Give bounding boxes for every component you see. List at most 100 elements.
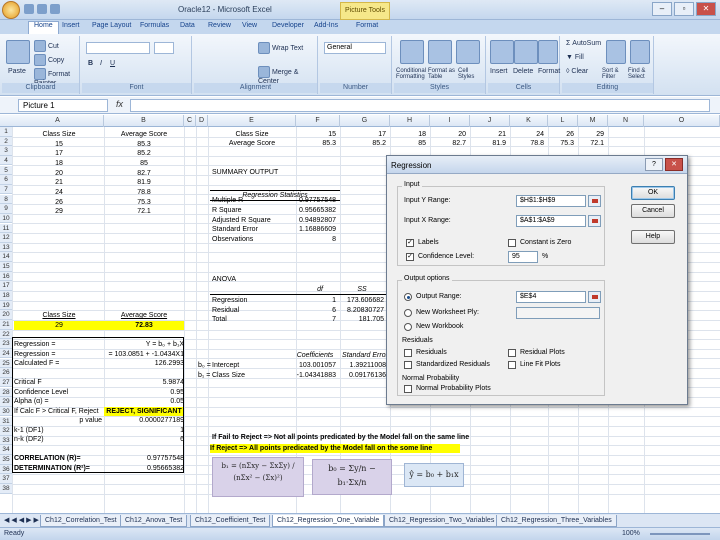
anova-ss-header[interactable]: SS: [340, 285, 384, 294]
conditional-formatting-button[interactable]: Conditional Formatting: [396, 68, 426, 80]
row-header[interactable]: 22: [0, 329, 12, 340]
row-header[interactable]: 33: [0, 435, 12, 446]
row-header[interactable]: 37: [0, 474, 12, 484]
row-header[interactable]: 21: [0, 320, 12, 330]
tab-formulas[interactable]: Formulas: [140, 22, 169, 29]
insert-cells-icon[interactable]: [490, 40, 514, 64]
confidence-checkbox[interactable]: ✓: [406, 253, 414, 261]
cell-average-score[interactable]: 85.2: [104, 149, 184, 158]
row-header[interactable]: 8: [0, 194, 12, 205]
redo-icon[interactable]: [50, 4, 60, 14]
cell-row1-value[interactable]: 17: [340, 130, 386, 139]
row-header[interactable]: 4: [0, 155, 12, 166]
sort-filter-icon[interactable]: [606, 40, 626, 64]
row-header[interactable]: 36: [0, 464, 12, 475]
zoom-slider[interactable]: [650, 533, 710, 535]
column-header[interactable]: N: [608, 115, 644, 127]
clear-button[interactable]: Clear: [571, 68, 588, 75]
new-worksheet-radio[interactable]: [404, 309, 412, 317]
row-header[interactable]: 12: [0, 233, 12, 243]
cell-b17[interactable]: 72.83: [104, 321, 184, 330]
cell-row2-value[interactable]: 85.3: [296, 139, 336, 148]
cut-button[interactable]: Cut: [48, 43, 59, 50]
cell-d1[interactable]: Class Size: [208, 130, 296, 139]
row-header[interactable]: 20: [0, 310, 12, 320]
standardized-residuals-checkbox[interactable]: [404, 361, 412, 369]
tab-data[interactable]: Data: [180, 22, 195, 29]
normal-probability-checkbox[interactable]: [404, 385, 412, 393]
ok-button[interactable]: OK: [631, 186, 675, 200]
input-y-range-field[interactable]: $H$1:$H$9: [516, 195, 586, 207]
cell-average-score[interactable]: 72.1: [104, 207, 184, 216]
row-header[interactable]: 25: [0, 358, 12, 369]
b0-formula-image[interactable]: b₀ = Σy/n − b₁·Σx/n: [312, 459, 392, 495]
stats-value[interactable]: 0.95665382: [296, 206, 336, 215]
cell-class-size[interactable]: 21: [14, 178, 104, 187]
confidence-field[interactable]: 95: [508, 251, 538, 263]
coef-label[interactable]: Class Size: [212, 371, 245, 380]
cell-row2-value[interactable]: 81.9: [470, 139, 506, 148]
anova-label[interactable]: ANOVA: [212, 275, 236, 284]
sheet-tab[interactable]: Ch12_Coefficient_Test: [190, 515, 271, 527]
cell-row2-value[interactable]: 82.7: [430, 139, 466, 148]
row-header[interactable]: 15: [0, 262, 12, 272]
labels-checkbox[interactable]: ✓: [406, 239, 414, 247]
column-header[interactable]: I: [430, 115, 470, 127]
stats-label[interactable]: Observations: [212, 235, 253, 244]
coefficients-header[interactable]: Coefficients: [290, 351, 340, 360]
sheet-tab-active[interactable]: Ch12_Regression_One_Variable: [272, 515, 385, 527]
note-reject[interactable]: If Reject => All points predicated by th…: [210, 444, 460, 453]
cell-average-score[interactable]: 81.9: [104, 178, 184, 187]
row-header[interactable]: 26: [0, 368, 12, 378]
column-header[interactable]: K: [510, 115, 548, 127]
row-header[interactable]: 2: [0, 136, 12, 147]
cell-a17[interactable]: 29: [14, 321, 104, 330]
anova-ss[interactable]: 8.20830727: [340, 306, 384, 315]
wrap-text-button[interactable]: Wrap Text: [272, 45, 303, 52]
cell-class-size[interactable]: 15: [14, 140, 104, 149]
sheet-tab[interactable]: Ch12_Regression_Two_Variables: [384, 515, 500, 527]
tab-view[interactable]: View: [242, 22, 257, 29]
maximize-button[interactable]: ▫: [674, 2, 694, 16]
fx-icon[interactable]: fx: [116, 99, 123, 109]
formula-input[interactable]: [130, 99, 710, 112]
format-cells-icon[interactable]: [538, 40, 558, 64]
tab-home[interactable]: Home: [28, 21, 59, 34]
new-worksheet-field[interactable]: [516, 307, 600, 319]
anova-ss[interactable]: 173.606682: [340, 296, 384, 305]
column-header[interactable]: G: [340, 115, 390, 127]
residual-plots-checkbox[interactable]: [508, 349, 516, 357]
output-range-field[interactable]: $E$4: [516, 291, 586, 303]
row-header[interactable]: 6: [0, 175, 12, 185]
anova-df-header[interactable]: df: [300, 285, 340, 294]
cell-row1-value[interactable]: 18: [390, 130, 426, 139]
row-header[interactable]: 17: [0, 281, 12, 291]
summary-output[interactable]: SUMMARY OUTPUT: [212, 168, 278, 177]
row-header[interactable]: 19: [0, 300, 12, 311]
column-header[interactable]: O: [644, 115, 720, 127]
row-header[interactable]: 16: [0, 271, 12, 282]
sheet-tab[interactable]: Ch12_Regression_Three_Variables: [496, 515, 617, 527]
cell-class-size[interactable]: 29: [14, 207, 104, 216]
row-header[interactable]: 34: [0, 445, 12, 455]
tab-review[interactable]: Review: [208, 22, 231, 29]
standard-error-header[interactable]: Standard Error: [340, 351, 390, 360]
row-header[interactable]: 35: [0, 455, 12, 465]
copy-button[interactable]: Copy: [48, 57, 64, 64]
stats-label[interactable]: Standard Error: [212, 225, 258, 234]
row-header[interactable]: 9: [0, 204, 12, 214]
coef-std-error[interactable]: 1.39211008: [340, 361, 386, 370]
cell-row1-value[interactable]: 20: [430, 130, 466, 139]
row-header[interactable]: 3: [0, 146, 12, 156]
column-header[interactable]: E: [208, 115, 296, 127]
column-header[interactable]: A: [12, 115, 104, 127]
close-button[interactable]: ✕: [696, 2, 716, 16]
cell-row1-value[interactable]: 15: [296, 130, 336, 139]
cell-row1-value[interactable]: 24: [510, 130, 544, 139]
row-header[interactable]: 14: [0, 252, 12, 262]
row-header[interactable]: 18: [0, 291, 12, 301]
coef-symbol[interactable]: b₀ =: [198, 361, 211, 370]
insert-button[interactable]: Insert: [490, 68, 508, 75]
tab-page-layout[interactable]: Page Layout: [92, 22, 131, 29]
cell-d2[interactable]: Average Score: [208, 139, 296, 148]
